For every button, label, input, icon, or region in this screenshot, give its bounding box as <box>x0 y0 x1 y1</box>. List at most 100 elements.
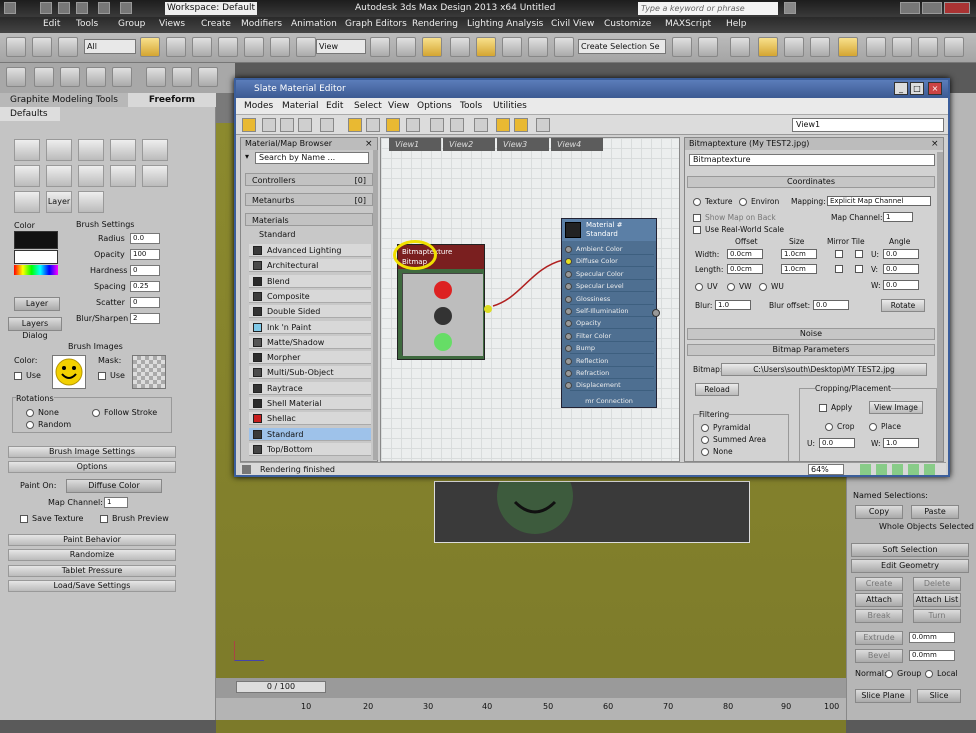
smudge-icon[interactable] <box>142 165 168 187</box>
align-button[interactable] <box>698 37 718 57</box>
layout-children-icon[interactable] <box>430 118 444 132</box>
rotation-random-radio[interactable] <box>26 421 34 429</box>
slate-menu-tools[interactable]: Tools <box>460 101 482 111</box>
wu-radio[interactable] <box>759 283 767 291</box>
browser-material-item[interactable]: Standard <box>249 427 371 441</box>
bake-icon[interactable] <box>514 118 528 132</box>
blur-sharpen-field[interactable]: 2 <box>130 313 160 324</box>
layer-label[interactable]: Layer <box>46 191 72 213</box>
browser-material-item[interactable]: Shell Material <box>249 397 371 410</box>
put-material-icon[interactable] <box>262 118 276 132</box>
vw-radio[interactable] <box>727 283 735 291</box>
material-slot[interactable]: Self-Illumination <box>565 305 654 317</box>
pan-icon[interactable] <box>860 464 871 475</box>
menu-help[interactable]: Help <box>726 19 747 29</box>
environ-radio[interactable] <box>739 198 747 206</box>
layer-manager-button[interactable] <box>758 37 778 57</box>
show-background-icon[interactable] <box>386 118 400 132</box>
slate-menu-view[interactable]: View <box>388 101 409 111</box>
slice-plane-button[interactable]: Slice Plane <box>855 689 911 703</box>
browser-scrollbar[interactable] <box>373 150 378 460</box>
crop-w-field[interactable]: 1.0 <box>883 438 919 448</box>
browser-material-item[interactable]: Architectural <box>249 259 371 273</box>
material-slot[interactable]: Reflection <box>565 355 654 367</box>
slot-socket[interactable] <box>565 246 572 253</box>
menu-animation[interactable]: Animation <box>291 19 337 29</box>
slate-menu-edit[interactable]: Edit <box>326 101 343 111</box>
brush-color-use-checkbox[interactable] <box>14 372 22 380</box>
rotate-button[interactable] <box>270 37 290 57</box>
menu-views[interactable]: Views <box>159 19 185 29</box>
width-offset-field[interactable]: 0.0cm <box>727 249 763 259</box>
break-button[interactable]: Break <box>855 609 903 623</box>
filter-none-radio[interactable] <box>701 448 709 456</box>
brush-color-image[interactable] <box>52 355 86 389</box>
delete-button[interactable]: Delete <box>913 577 961 591</box>
slot-socket[interactable] <box>565 332 572 340</box>
material-slot[interactable]: Ambient Color <box>565 243 654 255</box>
browser-close-icon[interactable]: × <box>365 139 373 149</box>
reference-coord-select[interactable]: View <box>316 39 366 54</box>
slate-title[interactable]: Slate Material Editor <box>236 80 948 98</box>
uv-radio[interactable] <box>695 283 703 291</box>
angle-w-field[interactable]: 0.0 <box>883 280 919 290</box>
texture-radio[interactable] <box>693 198 701 206</box>
slate-close-button[interactable]: × <box>928 82 942 95</box>
select-manipulate-button[interactable] <box>396 37 416 57</box>
contrast-icon[interactable] <box>78 165 104 187</box>
pick-material-icon[interactable] <box>242 118 256 132</box>
workspace-select[interactable]: Workspace: Default <box>165 2 257 15</box>
slot-socket[interactable] <box>565 320 572 328</box>
slot-socket[interactable] <box>565 382 572 390</box>
menu-group[interactable]: Group <box>118 19 145 29</box>
move-layer-icon[interactable] <box>14 191 40 213</box>
save-texture-checkbox[interactable] <box>20 515 28 523</box>
slice-button[interactable]: Slice <box>917 689 961 703</box>
frame-counter[interactable]: 0 / 100 <box>236 681 326 693</box>
menu-civil-view[interactable]: Civil View <box>551 19 594 29</box>
material-node[interactable]: Material # Standard Ambient Color Diffuse… <box>561 218 660 408</box>
material-node-header[interactable]: Material # Standard <box>562 219 656 241</box>
select-link-button[interactable] <box>58 37 78 57</box>
reload-button[interactable]: Reload <box>695 383 739 396</box>
slot-socket[interactable] <box>565 258 572 266</box>
angle-v-field[interactable]: 0.0 <box>883 264 919 274</box>
slot-socket[interactable] <box>565 345 572 353</box>
view-image-button[interactable]: View Image <box>869 401 923 414</box>
viewport-object[interactable] <box>434 458 750 543</box>
turn-button[interactable]: Turn <box>913 609 961 623</box>
sphere-tool-icon[interactable] <box>34 67 54 87</box>
graphite-toggle-button[interactable] <box>784 37 804 57</box>
menu-tools[interactable]: Tools <box>76 19 98 29</box>
teapot-icon[interactable] <box>198 67 218 87</box>
v-mirror-checkbox[interactable] <box>835 265 843 273</box>
angle-snap-button[interactable] <box>476 37 496 57</box>
browser-material-item[interactable]: Raytrace <box>249 381 371 395</box>
fill-bucket-icon[interactable] <box>110 139 136 161</box>
section-randomize[interactable]: Randomize <box>8 549 176 561</box>
search-icon[interactable] <box>784 2 796 14</box>
material-output-socket[interactable] <box>652 309 660 317</box>
layout-all-icon[interactable] <box>406 118 420 132</box>
percent-snap-button[interactable] <box>502 37 522 57</box>
coordinates-rollout[interactable]: Coordinates <box>687 176 935 188</box>
open-file-icon[interactable] <box>58 2 70 14</box>
browser-section-controllers[interactable]: Controllers [0] <box>245 173 373 186</box>
foreground-color-swatch[interactable] <box>14 231 58 249</box>
bevel-button[interactable]: Bevel <box>855 649 903 663</box>
crop-u-field[interactable]: 0.0 <box>819 438 855 448</box>
bevel-amount-field[interactable]: 0.0mm <box>909 650 955 661</box>
mirror-button[interactable] <box>672 37 692 57</box>
apply-crop-checkbox[interactable] <box>819 404 827 412</box>
options-gear-icon[interactable] <box>536 118 550 132</box>
material-slot[interactable]: Specular Color <box>565 268 654 280</box>
attach-list-button[interactable]: Attach List <box>913 593 961 607</box>
tab-graphite-modeling[interactable]: Graphite Modeling Tools <box>0 93 128 107</box>
material-slot[interactable]: Opacity <box>565 317 654 330</box>
maximize-button[interactable] <box>922 2 942 14</box>
rect-selection-button[interactable] <box>192 37 212 57</box>
edit-geometry-rollout[interactable]: Edit Geometry <box>851 559 969 573</box>
redo-icon[interactable] <box>120 2 132 14</box>
section-tablet-pressure[interactable]: Tablet Pressure <box>8 565 176 577</box>
width-size-field[interactable]: 1.0cm <box>781 249 817 259</box>
